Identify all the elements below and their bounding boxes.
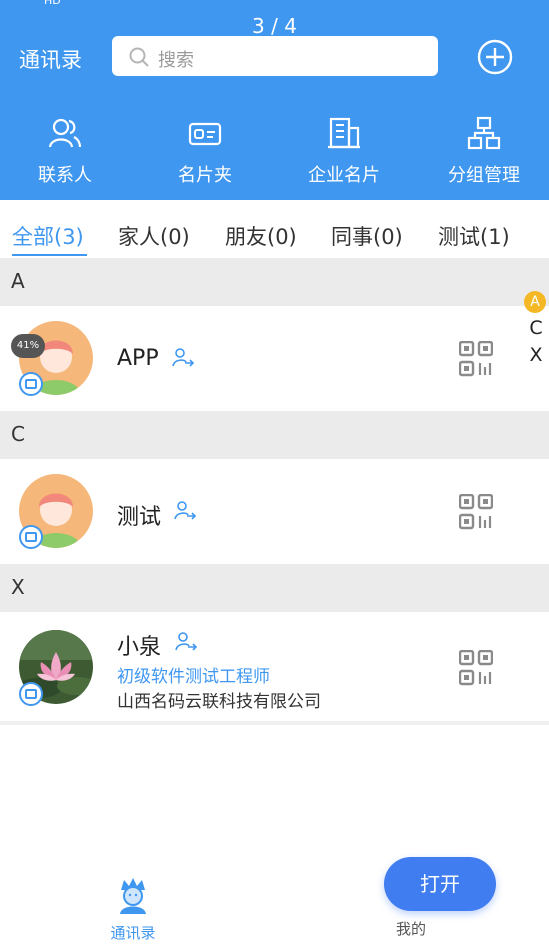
nav-card-holder[interactable]: 名片夹 [150, 116, 260, 192]
card-icon [19, 682, 43, 706]
org-tree-icon [467, 116, 501, 150]
section-header: C [0, 411, 549, 459]
progress-badge: 41% [11, 334, 45, 358]
list-divider [0, 721, 549, 725]
page-indicator: 3 / 4 [252, 14, 297, 38]
app-header: HD 3 / 4 通讯录 搜索 联系人 名片夹 企业名片 分组管理 [0, 0, 549, 200]
open-button[interactable]: 打开 [384, 857, 496, 911]
section-letter: A [11, 269, 25, 293]
section-header: A [0, 258, 549, 306]
nav-group-management[interactable]: 分组管理 [429, 116, 539, 192]
search-input[interactable]: 搜索 [112, 36, 438, 76]
contact-row[interactable]: 小泉 初级软件测试工程师 山西名码云联科技有限公司 [0, 612, 549, 720]
section-header: X [0, 564, 549, 612]
nav-enterprise-card[interactable]: 企业名片 [289, 116, 399, 192]
active-tab-indicator [12, 254, 87, 256]
alpha-index-a[interactable]: A [524, 291, 546, 313]
contact-name: 测试 [117, 505, 162, 530]
tab-friends[interactable]: 朋友(0) [225, 221, 297, 251]
tab-all[interactable]: 全部(3) [12, 221, 84, 251]
status-hd-label: HD [44, 0, 61, 7]
nav-label: 名片夹 [178, 165, 232, 186]
contact-job-title: 初级软件测试工程师 [117, 667, 270, 687]
person-link-icon[interactable] [175, 632, 197, 652]
nav-contacts[interactable]: 联系人 [10, 116, 120, 192]
tab-family[interactable]: 家人(0) [118, 221, 190, 251]
bottom-tab-label: 我的 [395, 920, 426, 938]
card-icon [19, 372, 43, 396]
section-letter: C [11, 422, 25, 446]
contact-row[interactable]: 测试 [0, 459, 549, 563]
qr-code-icon[interactable] [459, 494, 493, 530]
nav-label: 联系人 [38, 165, 92, 186]
card-icon [19, 525, 43, 549]
contact-company: 山西名码云联科技有限公司 [117, 692, 321, 712]
building-icon [328, 117, 360, 149]
section-letter: X [11, 575, 25, 599]
bottom-tab-label: 通讯录 [110, 924, 156, 942]
contacts-icon [48, 118, 82, 148]
plus-circle-icon[interactable] [477, 39, 513, 75]
tab-colleagues[interactable]: 同事(0) [331, 221, 403, 251]
search-placeholder: 搜索 [158, 50, 194, 71]
alpha-index-c[interactable]: C [524, 317, 548, 344]
bottom-tab-mine[interactable]: 我的 [380, 918, 442, 939]
card-holder-icon [188, 122, 222, 146]
person-link-icon[interactable] [174, 501, 196, 521]
qr-code-icon[interactable] [459, 650, 493, 686]
contacts-mascot-icon [120, 878, 146, 914]
alpha-index-x[interactable]: X [524, 344, 548, 371]
group-tabs: 全部(3) 家人(0) 朋友(0) 同事(0) 测试(1) [0, 200, 549, 258]
bottom-tab-contacts[interactable]: 通讯录 [100, 876, 166, 943]
nav-label: 分组管理 [448, 165, 520, 186]
qr-code-icon[interactable] [459, 341, 493, 377]
contact-name: 小泉 [117, 635, 162, 660]
alphabet-index[interactable]: A C X [524, 291, 548, 371]
contact-name: APP [117, 346, 159, 371]
page-title: 通讯录 [19, 48, 82, 72]
search-icon [129, 47, 149, 67]
contact-row[interactable]: 41% APP [0, 306, 549, 410]
nav-label: 企业名片 [308, 165, 380, 186]
person-link-icon[interactable] [172, 348, 194, 368]
status-icons [389, 0, 509, 4]
status-bar: HD [0, 0, 549, 10]
tab-test[interactable]: 测试(1) [438, 221, 510, 251]
